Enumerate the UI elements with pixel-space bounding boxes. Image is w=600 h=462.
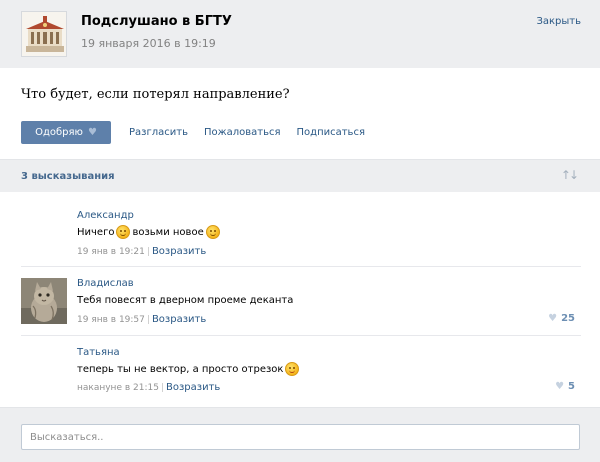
comment-time[interactable]: накануне в 21:15 bbox=[77, 383, 159, 393]
comment-meta: 19 янв в 19:57 | Возразить bbox=[77, 314, 207, 325]
like-count: 5 bbox=[568, 381, 575, 392]
comment-input[interactable] bbox=[21, 424, 580, 450]
sort-arrows-icon[interactable]: ↑↓ bbox=[561, 168, 579, 182]
heart-icon: ♥ bbox=[548, 313, 558, 324]
post-date[interactable]: 19 января 2016 в 19:19 bbox=[81, 37, 216, 50]
like-count: 25 bbox=[561, 313, 575, 324]
comments-count[interactable]: 3 высказывания bbox=[21, 171, 115, 182]
cat-avatar-icon bbox=[21, 278, 67, 324]
comment-time[interactable]: 19 янв в 19:57 bbox=[77, 315, 145, 325]
avatar[interactable] bbox=[21, 278, 67, 324]
comment-author[interactable]: Александр bbox=[77, 210, 134, 221]
comment-meta: 19 янв в 19:21 | Возразить bbox=[77, 246, 207, 257]
report-link[interactable]: Пожаловаться bbox=[204, 127, 281, 138]
post-header: Подслушано в БГТУ 19 января 2016 в 19:19… bbox=[0, 0, 600, 68]
comment-item: Татьяна теперь ты не вектор, а просто от… bbox=[0, 336, 600, 406]
university-building-icon bbox=[22, 12, 66, 56]
comment-item: Владислав Тебя повесят в дверном проеме … bbox=[0, 267, 600, 335]
reply-bar bbox=[0, 407, 600, 462]
comment-author[interactable]: Татьяна bbox=[77, 347, 120, 358]
smile-emoji-icon bbox=[205, 225, 220, 239]
relieved-emoji-icon bbox=[285, 362, 300, 376]
group-avatar[interactable] bbox=[21, 11, 67, 57]
heart-icon: ♥ bbox=[87, 127, 97, 138]
reply-button[interactable]: Возразить bbox=[166, 382, 220, 393]
comment-text-part: возьми новое bbox=[132, 226, 204, 238]
close-button[interactable]: Закрыть bbox=[536, 16, 581, 27]
subscribe-link[interactable]: Подписаться bbox=[297, 127, 365, 138]
comment-text: Тебя повесят в дверном проеме деканта bbox=[77, 295, 294, 306]
like-button[interactable]: ♥ 5 bbox=[555, 381, 575, 392]
comments-header: 3 высказывания ↑↓ bbox=[0, 159, 600, 192]
smile-emoji-icon bbox=[116, 225, 131, 239]
like-button[interactable]: ♥ 25 bbox=[548, 313, 575, 324]
group-name[interactable]: Подслушано в БГТУ bbox=[81, 14, 232, 29]
comment-item: Александр Ничего возьми новое 19 янв в 1… bbox=[0, 192, 600, 266]
comment-text: Ничего возьми новое bbox=[77, 225, 220, 239]
approve-button[interactable]: Одобряю ♥ bbox=[21, 121, 111, 144]
comment-time[interactable]: 19 янв в 19:21 bbox=[77, 247, 145, 257]
share-link[interactable]: Разгласить bbox=[129, 127, 188, 138]
comment-text-part: теперь ты не вектор, а просто отрезок bbox=[77, 363, 284, 375]
reply-button[interactable]: Возразить bbox=[152, 246, 206, 257]
comment-text: теперь ты не вектор, а просто отрезок bbox=[77, 362, 300, 376]
comment-meta: накануне в 21:15 | Возразить bbox=[77, 382, 221, 393]
post-text: Что будет, если потерял направление? bbox=[21, 87, 290, 102]
comment-author[interactable]: Владислав bbox=[77, 278, 134, 289]
heart-icon: ♥ bbox=[555, 381, 565, 392]
post-actions: Одобряю ♥ Разгласить Пожаловаться Подпис… bbox=[21, 121, 365, 144]
reply-button[interactable]: Возразить bbox=[152, 314, 206, 325]
comment-text-part: Ничего bbox=[77, 226, 115, 238]
approve-label: Одобряю bbox=[35, 127, 83, 138]
